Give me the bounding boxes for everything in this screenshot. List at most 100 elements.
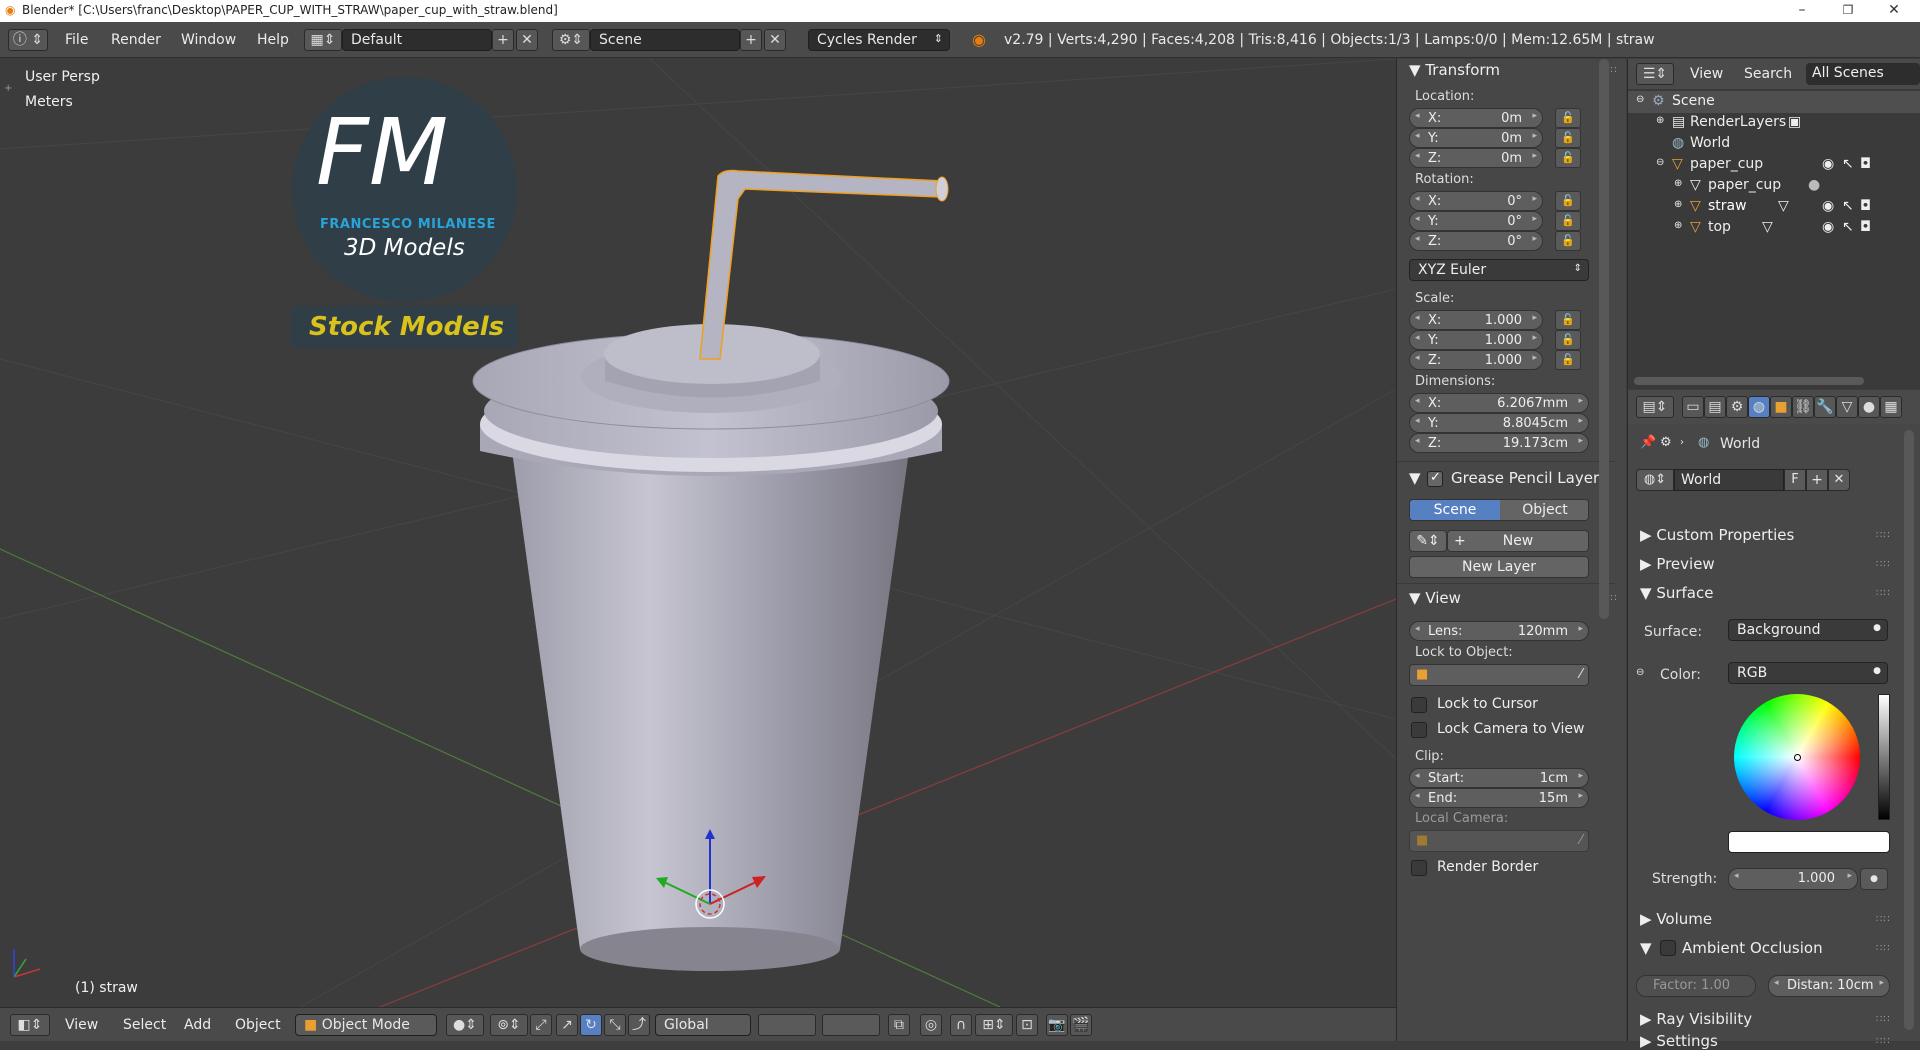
menu-view[interactable]: View	[65, 1017, 98, 1033]
select-cursor-icon[interactable]: ↖	[1842, 156, 1854, 172]
render-camera-icon[interactable]: ◘	[1860, 219, 1871, 235]
visibility-eye-icon[interactable]: ◉	[1822, 156, 1834, 172]
lock-icon[interactable]: 🔓	[1555, 350, 1581, 370]
data-tab-icon[interactable]: ▽	[1836, 396, 1858, 418]
select-cursor-icon[interactable]: ↖	[1842, 198, 1854, 214]
editor-type-properties-icon[interactable]: ▤⇕	[1636, 396, 1674, 418]
lock-icon[interactable]: 🔓	[1555, 128, 1581, 148]
magnet-icon[interactable]: ∩	[950, 1014, 972, 1036]
scale-manipulator-icon[interactable]: ⤡	[604, 1014, 626, 1036]
add-scene-icon[interactable]: +	[740, 29, 762, 51]
outliner-row-world[interactable]: ◍ World	[1628, 133, 1920, 155]
expand-icon[interactable]: ⊕	[1656, 115, 1664, 126]
menu-select[interactable]: Select	[123, 1017, 166, 1033]
lock-icon[interactable]: 🔓	[1555, 108, 1581, 128]
location-y-field[interactable]: ◂ Y: 0m ▸	[1409, 128, 1543, 148]
panel-scrollbar[interactable]	[1599, 59, 1609, 619]
snap-target-icon[interactable]: ⊡	[1016, 1014, 1038, 1036]
expand-icon[interactable]: ⊕	[1674, 178, 1682, 189]
close-button[interactable]: ✕	[1874, 0, 1914, 22]
drag-handle-icon[interactable]: ∷∷	[1876, 1036, 1891, 1047]
rotation-x-field[interactable]: ◂ X: 0° ▸	[1409, 191, 1543, 211]
location-x-field[interactable]: ◂ X: 0m ▸	[1409, 108, 1543, 128]
transform-panel-header[interactable]: ▼ Transform	[1409, 61, 1500, 79]
ao-distance-field[interactable]: ◂ Distan: 10cm ▸	[1768, 975, 1890, 997]
lock-icon[interactable]: 🔓	[1555, 191, 1581, 211]
modifiers-tab-icon[interactable]: 🔧	[1814, 396, 1836, 418]
outliner-row-renderlayers[interactable]: ⊕ ▤ RenderLayers ▣	[1628, 112, 1920, 134]
rotation-mode-selector[interactable]: XYZ Euler ⇕	[1409, 259, 1589, 281]
tab-scene[interactable]: Scene	[1410, 500, 1500, 520]
maximize-button[interactable]: ❐	[1828, 0, 1868, 22]
properties-scrollbar[interactable]	[1904, 430, 1914, 1030]
lock-icon[interactable]: 🔓	[1555, 330, 1581, 350]
menu-file[interactable]: File	[65, 32, 88, 48]
location-z-field[interactable]: ◂ Z: 0m ▸	[1409, 148, 1543, 168]
object-tab-icon[interactable]: ■	[1770, 396, 1792, 418]
render-tab-icon[interactable]: ▭	[1682, 396, 1704, 418]
value-slider[interactable]	[1878, 694, 1890, 820]
drag-handle-icon[interactable]: ∷∷	[1876, 914, 1891, 925]
menu-render[interactable]: Render	[111, 32, 161, 48]
new-layer-button[interactable]: New Layer	[1409, 556, 1589, 578]
editor-type-info-icon[interactable]: ⓘ ⇕	[8, 29, 48, 51]
view-panel-header[interactable]: ▼ View	[1409, 589, 1461, 607]
scale-z-field[interactable]: ◂ Z: 1.000 ▸	[1409, 350, 1543, 370]
editor-type-3d-icon[interactable]: ◧⇕	[10, 1014, 50, 1036]
color-swatch[interactable]	[1728, 831, 1890, 853]
lock-icon[interactable]: 🔓	[1555, 148, 1581, 168]
viewport-shading-icon[interactable]: ●⇕	[446, 1014, 484, 1036]
expand-icon[interactable]: ⊕	[1674, 220, 1682, 231]
world-tab-icon[interactable]: ◍	[1748, 396, 1770, 418]
pencil-icon[interactable]: ✎⇕	[1409, 530, 1447, 552]
mode-selector[interactable]: ■ Object Mode	[295, 1014, 437, 1036]
lock-icon[interactable]: 🔓	[1555, 231, 1581, 251]
world-browse-icon[interactable]: ◍⇕	[1636, 469, 1674, 491]
ambient-occlusion-header[interactable]: ▼	[1640, 939, 1652, 957]
outliner-row-top[interactable]: ⊕ ▽ top ▽ ◉ ↖ ◘	[1628, 217, 1920, 239]
menu-search[interactable]: Search	[1744, 66, 1792, 82]
lock-layers-icon[interactable]: ⧉	[888, 1014, 910, 1036]
dimension-y-field[interactable]: ◂ Y: 8.8045cm ▸	[1409, 413, 1589, 433]
editor-type-outliner-icon[interactable]: ☰⇕	[1636, 63, 1674, 85]
toolshelf-toggle-icon[interactable]: +	[4, 83, 12, 94]
surface-selector[interactable]: Background ●	[1728, 619, 1888, 641]
clip-start-field[interactable]: ◂ Start: 1cm ▸	[1409, 768, 1589, 788]
volume-header[interactable]: ▶ Volume	[1640, 910, 1712, 928]
scale-y-field[interactable]: ◂ Y: 1.000 ▸	[1409, 330, 1543, 350]
add-layout-icon[interactable]: +	[492, 29, 514, 51]
pivot-point-icon[interactable]: ⊚⇕	[490, 1014, 528, 1036]
lens-field[interactable]: ◂ Lens: 120mm ▸	[1409, 621, 1589, 641]
material-tab-icon[interactable]: ●	[1858, 396, 1880, 418]
menu-add[interactable]: Add	[184, 1017, 211, 1033]
unlink-world-icon[interactable]: ✕	[1828, 469, 1850, 491]
new-grease-pencil-button[interactable]: + New	[1447, 530, 1589, 552]
lock-camera-checkbox[interactable]	[1411, 722, 1427, 738]
render-layers-tab-icon[interactable]: ▤	[1704, 396, 1726, 418]
scale-x-field[interactable]: ◂ X: 1.000 ▸	[1409, 310, 1543, 330]
render-engine-selector[interactable]: Cycles Render ⇕	[808, 29, 950, 51]
manipulator-extra-icon[interactable]: ⤴	[628, 1014, 650, 1036]
display-mode-selector[interactable]: All Scenes	[1806, 63, 1920, 85]
rotate-manipulator-icon[interactable]: ↻	[580, 1014, 602, 1036]
lock-icon[interactable]: 🔓	[1555, 211, 1581, 231]
lock-object-field[interactable]: ■ ⁄	[1409, 664, 1589, 686]
color-wheel-cursor[interactable]	[1794, 754, 1801, 761]
expand-icon[interactable]: ⊕	[1674, 199, 1682, 210]
snap-element-icon[interactable]: ⊞⇕	[975, 1014, 1013, 1036]
outliner-row-paper-cup[interactable]: ⊖ ▽ paper_cup ◉ ↖ ◘	[1628, 154, 1920, 176]
preview-header[interactable]: ▶ Preview	[1640, 555, 1715, 573]
outliner-row-scene[interactable]: ⊖ ⚙ Scene	[1628, 91, 1920, 113]
grease-pencil-panel-header[interactable]: ▼	[1409, 469, 1421, 487]
layers-grid-a[interactable]	[758, 1014, 816, 1036]
eyedropper-icon[interactable]: ⁄	[1580, 833, 1582, 848]
rotation-y-field[interactable]: ◂ Y: 0° ▸	[1409, 211, 1543, 231]
lock-to-cursor-checkbox[interactable]	[1411, 697, 1427, 713]
screen-layout-icon[interactable]: ▦⇕	[304, 29, 342, 51]
color-selector[interactable]: RGB ●	[1728, 662, 1888, 684]
3d-viewport[interactable]: FM FRANCESCO MILANESE 3D Models Stock Mo…	[0, 59, 1396, 1007]
remove-layout-icon[interactable]: ✕	[516, 29, 538, 51]
drag-handle-icon[interactable]: ∷∷	[1876, 943, 1891, 954]
menu-help[interactable]: Help	[257, 32, 289, 48]
layers-grid-b[interactable]	[822, 1014, 880, 1036]
